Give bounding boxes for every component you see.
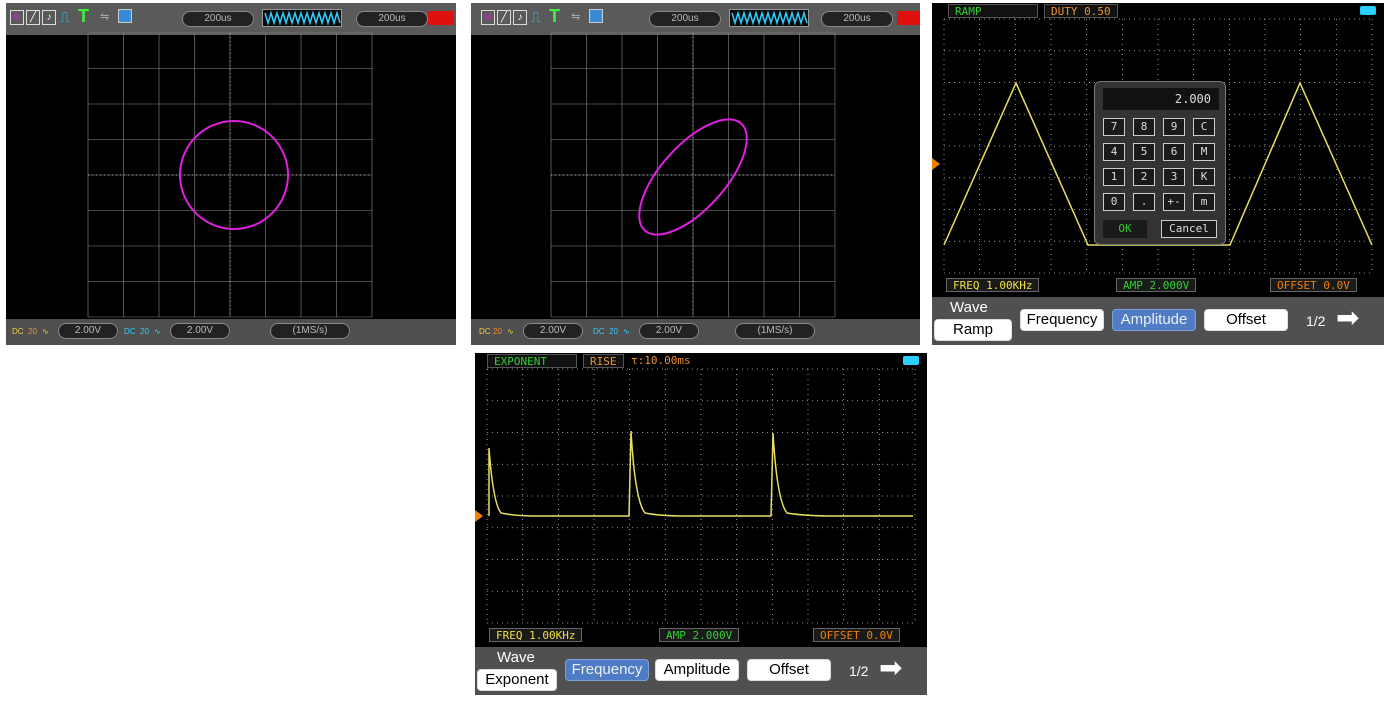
- wave-menu-label: Wave: [497, 649, 535, 666]
- sample-rate-pill: (1MS/s): [735, 323, 815, 339]
- keypad-key[interactable]: m: [1193, 193, 1215, 211]
- ch2-coupling-icon: DC: [593, 327, 605, 336]
- trigger-level-marker: [475, 510, 483, 522]
- xy-scope-screen-circle: ⊘ ╱ ♪ ⎍ T ⇋ 200us 200us DC 20 ∿ 2.00V DC…: [6, 3, 456, 345]
- freq-readout: FREQ 1.00KHz: [489, 628, 583, 642]
- xy-grid: [87, 32, 373, 318]
- wave-menu-label: Wave: [950, 299, 988, 316]
- bw-limit-icon: 20: [28, 327, 37, 336]
- exponent-trace: [488, 430, 913, 517]
- arrow-right-icon[interactable]: ➡: [879, 653, 902, 683]
- scope-channel-bar: DC 20 ∿ 2.00V DC 20 ∿ 2.00V (1MS/s): [6, 319, 456, 345]
- coupling-icon: DC: [479, 327, 491, 336]
- keypad-key[interactable]: 2: [1133, 168, 1155, 186]
- ch2-bw-icon: 20: [609, 327, 618, 336]
- frequency-button[interactable]: Frequency: [1020, 309, 1104, 331]
- ch2-coupling-icon: DC: [124, 327, 136, 336]
- keypad-key[interactable]: .: [1133, 193, 1155, 211]
- keypad-key[interactable]: 1: [1103, 168, 1125, 186]
- param-row: FREQ 1.00KHz AMP 2.000V OFFSET 0.0V: [932, 276, 1384, 294]
- ch2-wave-icon: ∿: [623, 327, 630, 336]
- arrow-right-icon[interactable]: ➡: [1336, 303, 1359, 333]
- ch1-wave-icon: ∿: [507, 327, 514, 336]
- wave-select-button[interactable]: Exponent: [477, 669, 557, 691]
- soft-menu: Wave Ramp Frequency Amplitude Offset 1/2…: [932, 297, 1384, 345]
- numeric-keypad: 2.000 7 8 9 C 4 5 6 M 1 2 3 K 0. +- m OK Cancel: [1094, 81, 1226, 245]
- bw-limit-icon: 20: [493, 327, 502, 336]
- keypad-key[interactable]: M: [1193, 143, 1215, 161]
- wave-select-button[interactable]: Ramp: [934, 319, 1012, 341]
- keypad-key[interactable]: +-: [1163, 193, 1185, 211]
- keypad-key[interactable]: 0: [1103, 193, 1125, 211]
- keypad-ok-button[interactable]: OK: [1103, 220, 1147, 238]
- keypad-key[interactable]: K: [1193, 168, 1215, 186]
- soft-menu: Wave Exponent Frequency Amplitude Offset…: [475, 647, 927, 695]
- offset-readout: OFFSET 0.0V: [813, 628, 900, 642]
- keypad-cancel-button[interactable]: Cancel: [1161, 220, 1217, 238]
- sample-rate-pill: (1MS/s): [270, 323, 350, 339]
- keypad-display: 2.000: [1103, 88, 1219, 110]
- freq-readout: FREQ 1.00KHz: [946, 278, 1040, 292]
- amplitude-button[interactable]: Amplitude: [1112, 309, 1196, 331]
- amplitude-button[interactable]: Amplitude: [655, 659, 739, 681]
- keypad-key[interactable]: C: [1193, 118, 1215, 136]
- keypad-key[interactable]: 9: [1163, 118, 1185, 136]
- keypad-key[interactable]: 6: [1163, 143, 1185, 161]
- param-row: FREQ 1.00KHz AMP 2.000V OFFSET 0.0V: [475, 626, 927, 644]
- page-indicator: 1/2: [1306, 313, 1326, 329]
- page-indicator: 1/2: [849, 663, 869, 679]
- keypad-key[interactable]: 5: [1133, 143, 1155, 161]
- scope-channel-bar: DC 20 ∿ 2.00V DC 20 ∿ 2.00V (1MS/s): [471, 319, 920, 345]
- keypad-key[interactable]: 4: [1103, 143, 1125, 161]
- coupling-icon: DC: [12, 327, 24, 336]
- offset-button[interactable]: Offset: [1204, 309, 1288, 331]
- keypad-key[interactable]: 7: [1103, 118, 1125, 136]
- ch1-scale-pill[interactable]: 2.00V: [523, 323, 583, 339]
- xy-scope-screen-ellipse: ⊘ ╱ ♪ ⎍ T ⇋ 200us 200us DC 20 ∿ 2.00V DC…: [471, 3, 920, 345]
- amp-readout: AMP 2.000V: [659, 628, 740, 642]
- xy-grid: [550, 32, 836, 318]
- ch2-wave-icon: ∿: [154, 327, 161, 336]
- keypad-key[interactable]: 8: [1133, 118, 1155, 136]
- amp-readout: AMP 2.000V: [1116, 278, 1197, 292]
- siggen-screen-ramp: RAMP DUTY 0.50 2.000 7 8 9 C 4 5 6 M 1 2 3 K 0. +- m O…: [932, 3, 1384, 345]
- ch1-scale-pill[interactable]: 2.00V: [58, 323, 118, 339]
- offset-readout: OFFSET 0.0V: [1270, 278, 1357, 292]
- frequency-button[interactable]: Frequency: [565, 659, 649, 681]
- trigger-level-marker: [932, 158, 940, 170]
- ch2-scale-pill[interactable]: 2.00V: [639, 323, 699, 339]
- ch2-bw-icon: 20: [140, 327, 149, 336]
- ch1-wave-icon: ∿: [42, 327, 49, 336]
- keypad-key[interactable]: 3: [1163, 168, 1185, 186]
- ch2-scale-pill[interactable]: 2.00V: [170, 323, 230, 339]
- siggen-screen-exponent: EXPONENT RISE τ:10.00ms FREQ 1.00KHz AMP…: [475, 353, 927, 695]
- offset-button[interactable]: Offset: [747, 659, 831, 681]
